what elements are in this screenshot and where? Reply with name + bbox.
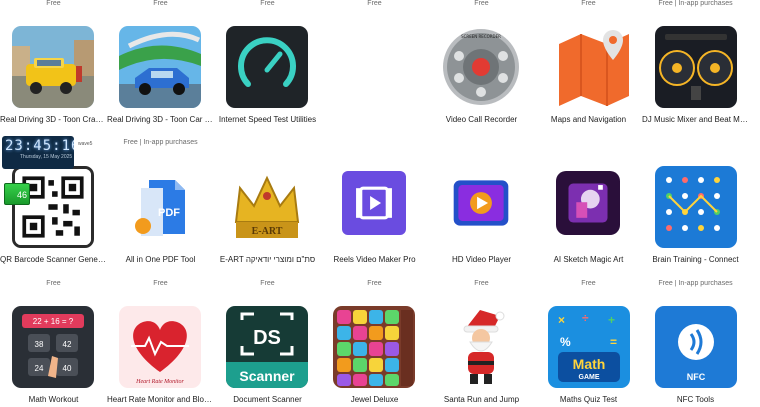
svg-text:÷: ÷ [582,311,589,325]
app-name[interactable]: Jewel Deluxe [321,395,428,404]
svg-text:+: + [608,313,615,327]
ds-label: DS [253,327,281,349]
svg-text:=: = [610,335,617,349]
price-label: Free [46,0,61,7]
pdf-label: PDF [158,207,180,219]
math-answer: 24 [35,364,44,373]
app-name[interactable]: QR Barcode Scanner Generator [0,255,107,264]
svg-text:×: × [558,313,565,327]
price-label: Free | In-app purchases [658,0,733,7]
price-label: Free [153,280,168,287]
app-name[interactable]: HD Video Player [428,255,535,264]
video-maker-icon[interactable] [342,171,406,235]
price-label: Free [260,280,275,287]
app-name[interactable]: Internet Speed Test Utilities [214,115,321,124]
pdf-icon[interactable]: PDF [119,166,201,248]
app-name[interactable]: Santa Run and Jump [428,395,535,404]
price-label: Free [367,0,382,7]
film-play-icon[interactable] [449,171,513,235]
math-label: Math [573,356,606,372]
app-name[interactable]: Heart Rate Monitor and Blood ... [107,395,214,404]
price-label: Free [260,0,275,7]
app-name[interactable]: AI Sketch Magic Art [535,255,642,264]
clock-widget: 23:45:16 Thursday, 15 May 2025 [2,136,74,169]
recorder-label: SCREEN RECORDER [461,34,501,39]
app-name[interactable]: Brain Training - Connect [642,255,749,264]
qr-code-icon[interactable] [12,166,94,248]
math-quiz-icon[interactable]: × ÷ +% = Math GAME [548,306,630,388]
speedometer-icon[interactable] [226,26,308,108]
sketch-art-icon[interactable] [556,171,620,235]
game-label: GAME [579,374,600,381]
app-name[interactable]: Maps and Navigation [535,115,642,124]
overlay-side-text: wave5 [78,141,93,147]
math-answer: 42 [63,340,72,349]
price-label: Free | In-app purchases [123,139,198,146]
scanner-label: Scanner [239,368,295,384]
heart-caption: Heart Rate Monitor [135,379,184,385]
price-label: Free [153,0,168,7]
price-label: Free [46,280,61,287]
santa-icon[interactable] [440,306,522,388]
document-scanner-icon[interactable]: DS Scanner [226,306,308,388]
app-name[interactable]: Math Workout [0,395,107,404]
clock-time: 23:45:16 [5,138,74,154]
app-name[interactable]: Reels Video Maker Pro [321,255,428,264]
jewel-icon[interactable] [333,306,415,388]
price-label: Free [367,280,382,287]
app-name[interactable]: All in One PDF Tool [107,255,214,264]
car-stunt-icon[interactable] [119,26,201,108]
app-name[interactable]: Document Scanner [214,395,321,404]
math-workout-icon[interactable]: 22 + 16 = ? 38 42 24 40 [12,306,94,388]
price-label: Free [581,0,596,7]
battery-widget: 46 [4,183,30,205]
taxi-game-icon[interactable] [12,26,94,108]
app-name[interactable]: NFC Tools [642,395,749,404]
math-equation: 22 + 16 = ? [33,317,74,326]
dj-turntable-icon[interactable] [655,26,737,108]
heart-rate-icon[interactable]: Heart Rate Monitor [119,306,201,388]
connect-dots-icon[interactable] [655,166,737,248]
app-grid: Free Free Free Free Free Free Free | In-… [0,0,760,407]
math-answer: 38 [35,340,44,349]
app-name[interactable]: DJ Music Mixer and Beat Maker [642,115,749,124]
app-name[interactable]: Real Driving 3D - Toon Car Stu... [107,115,214,124]
app-name[interactable]: Video Call Recorder [428,115,535,124]
price-label: Free [581,280,596,287]
clock-date: Thursday, 15 May 2025 [20,154,73,160]
crown-icon[interactable]: E-ART [226,166,308,248]
svg-text:%: % [560,335,571,349]
recorder-dial-icon[interactable]: SCREEN RECORDER [440,26,522,108]
app-name[interactable]: Maths Quiz Test [535,395,642,404]
nfc-icon[interactable]: NFC [655,306,737,388]
eart-label: E-ART [252,226,283,237]
map-pin-icon[interactable] [553,26,635,108]
nfc-label: NFC [687,372,706,382]
app-name[interactable]: Real Driving 3D - Toon Crazy T... [0,115,107,124]
price-label: Free [474,0,489,7]
price-label: Free [474,280,489,287]
app-name[interactable]: E-ART סת"ם ומוצרי יודאיקה [214,255,321,264]
math-answer: 40 [63,364,72,373]
price-label: Free | In-app purchases [658,280,733,287]
